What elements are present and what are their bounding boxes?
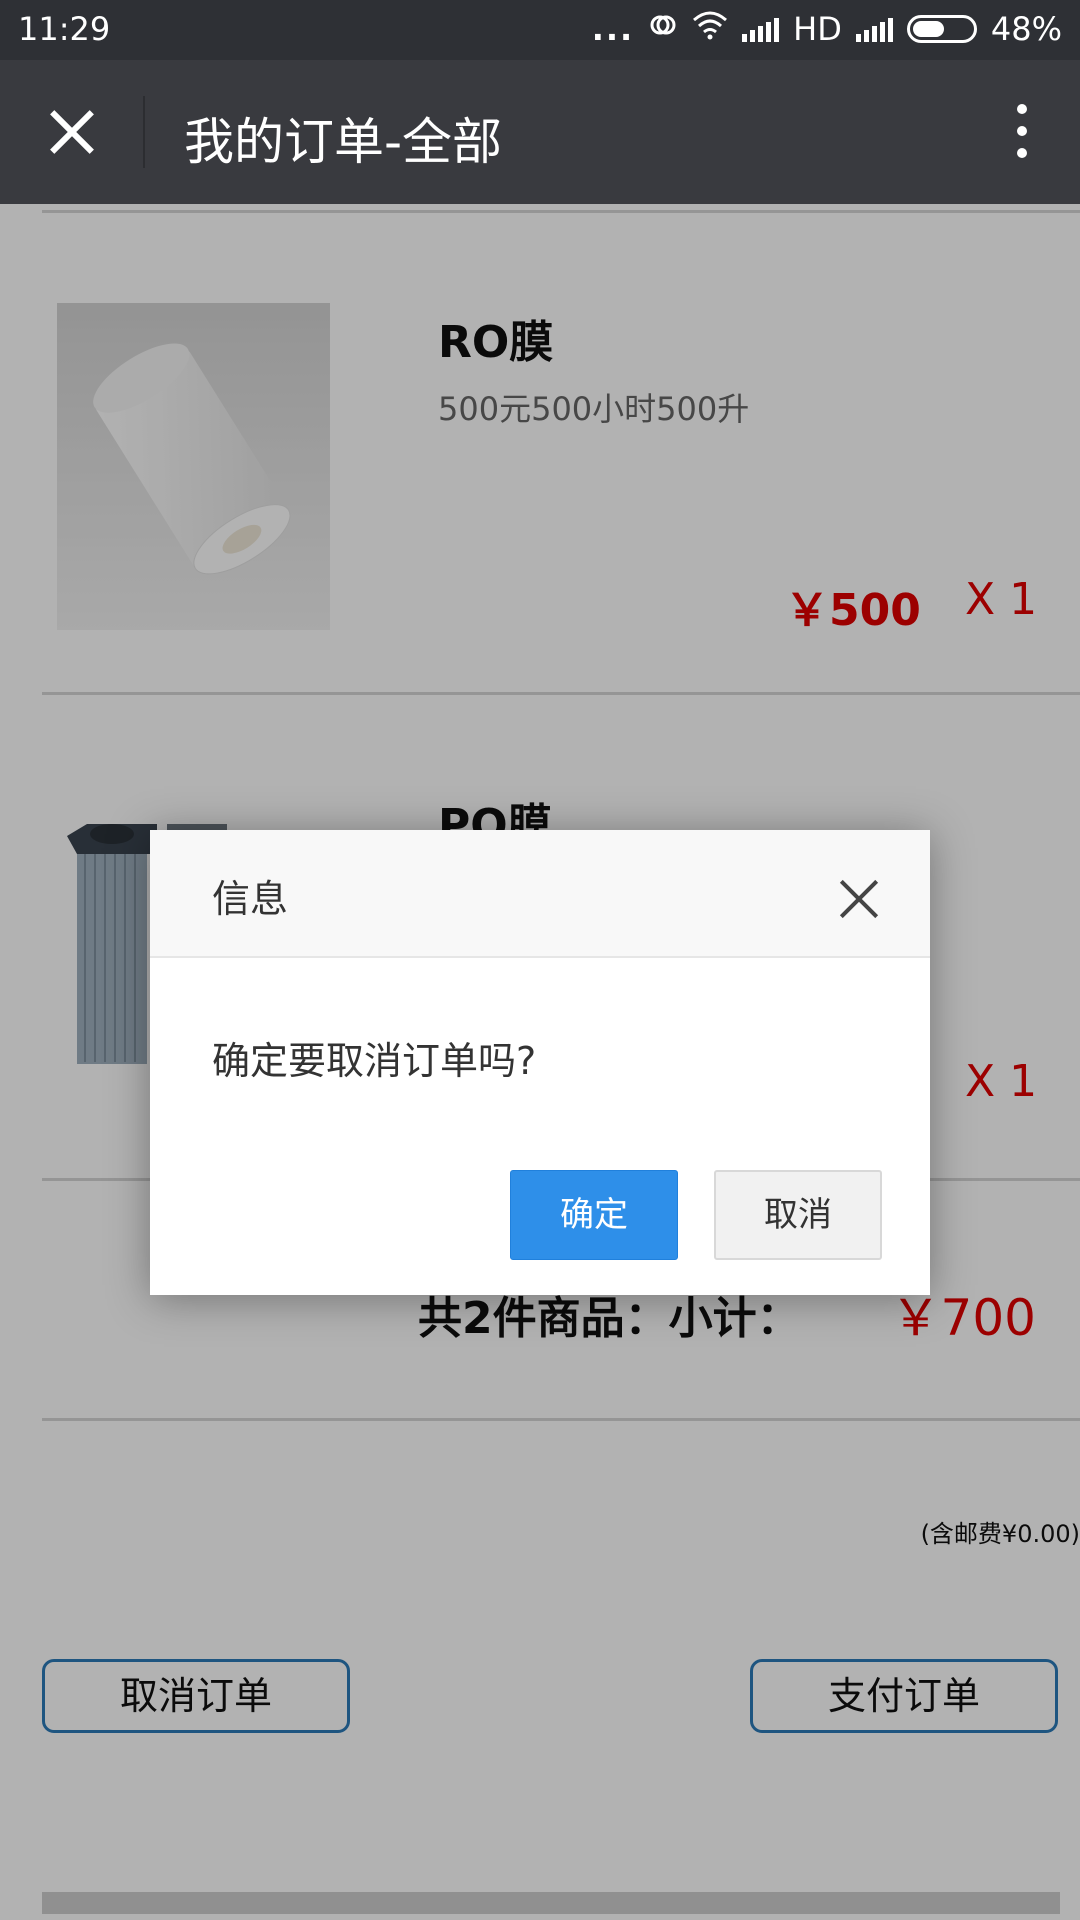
dialog-title: 信息 — [212, 877, 289, 921]
more-notifications-icon: ... — [591, 10, 635, 48]
close-icon[interactable] — [40, 100, 104, 164]
signal-icon — [742, 16, 780, 42]
title-bar: 我的订单-全部 — [0, 60, 1080, 204]
cancel-button[interactable]: 取消 — [714, 1170, 882, 1260]
status-icons: ... HD 48% — [592, 10, 1062, 48]
network-type: HD — [793, 10, 842, 48]
more-menu-icon[interactable] — [1004, 98, 1040, 166]
dialog-header: 信息 — [150, 830, 930, 958]
close-icon[interactable] — [838, 878, 880, 920]
confirm-dialog: 信息 确定要取消订单吗? 确定 取消 — [150, 830, 930, 1295]
sync-icon — [648, 10, 678, 48]
status-time: 11:29 — [18, 10, 111, 48]
signal-icon-2 — [855, 16, 893, 42]
battery-icon — [906, 15, 977, 43]
page-title: 我的订单-全部 — [184, 113, 503, 171]
dialog-message: 确定要取消订单吗? — [212, 1039, 537, 1083]
battery-percent: 48% — [990, 10, 1062, 48]
confirm-button[interactable]: 确定 — [510, 1170, 678, 1260]
status-bar: 11:29 ... HD 48% — [0, 0, 1080, 60]
wifi-icon — [692, 10, 728, 48]
title-divider — [143, 96, 145, 168]
